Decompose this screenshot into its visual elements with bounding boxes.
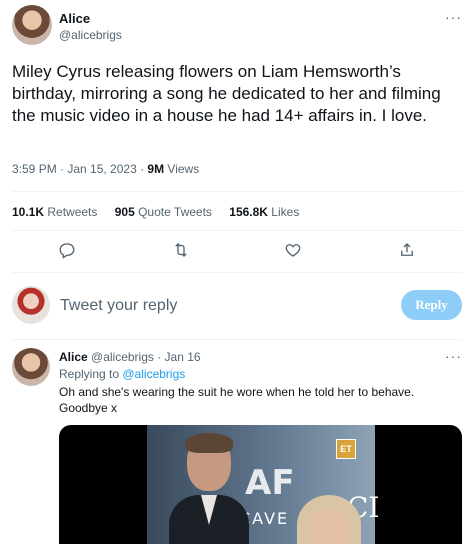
views-label: Views: [164, 162, 200, 176]
replying-prefix: Replying to: [59, 367, 123, 381]
replying-to: Replying to @alicebrigs: [59, 367, 185, 381]
tweet-text: Miley Cyrus releasing flowers on Liam He…: [12, 62, 441, 125]
author-handle[interactable]: @alicebrigs: [59, 28, 122, 42]
divider: [12, 339, 462, 340]
divider: [12, 230, 462, 231]
reply-button[interactable]: Reply: [401, 290, 462, 320]
more-horizontal-icon[interactable]: ···: [445, 9, 462, 25]
tweet-timestamp[interactable]: 3:59 PM · Jan 15, 2023 ·: [12, 162, 147, 176]
retweets-label: Retweets: [44, 205, 98, 219]
person-right: [287, 495, 367, 544]
reply-author-name[interactable]: Alice: [59, 350, 88, 364]
quotes-label: Quote Tweets: [134, 205, 212, 219]
reply-author-handle[interactable]: @alicebrigs · Jan 16: [88, 350, 201, 364]
share-icon[interactable]: [396, 239, 418, 261]
quote-tweets-stat[interactable]: 905 Quote Tweets: [115, 205, 212, 219]
more-horizontal-icon[interactable]: ···: [445, 348, 462, 364]
reply-input[interactable]: Tweet your reply: [60, 297, 177, 315]
divider: [12, 191, 462, 192]
media-photo: AF CAVE CI ET: [147, 425, 379, 544]
likes-stat[interactable]: 156.8K Likes: [229, 205, 299, 219]
current-user-avatar[interactable]: [12, 286, 50, 324]
quotes-count: 905: [114, 205, 135, 219]
likes-count: 156.8K: [229, 205, 268, 219]
author-name[interactable]: Alice: [59, 11, 90, 26]
reply-composer: Tweet your reply Reply: [0, 279, 474, 335]
tweet-meta: 3:59 PM · Jan 15, 2023 · 9M Views: [12, 162, 199, 176]
reply-header: Alice @alicebrigs · Jan 16: [59, 350, 201, 364]
author-avatar[interactable]: [12, 5, 52, 45]
divider: [12, 272, 462, 273]
reply-media[interactable]: AF CAVE CI ET: [59, 425, 462, 544]
views-count: 9M: [147, 162, 165, 176]
et-badge: ET: [336, 439, 356, 459]
reply-text: Oh and she's wearing the suit he wore wh…: [59, 385, 415, 415]
like-icon[interactable]: [282, 239, 304, 261]
retweets-stat[interactable]: 10.1K Retweets: [12, 205, 97, 219]
person-left: [169, 433, 249, 544]
tweet-stats: 10.1K Retweets 905 Quote Tweets 156.8K L…: [12, 205, 313, 219]
reply-icon[interactable]: [56, 239, 78, 261]
retweets-count: 10.1K: [12, 205, 45, 219]
replying-to-link[interactable]: @alicebrigs: [122, 367, 185, 381]
retweet-icon[interactable]: [170, 239, 192, 261]
likes-label: Likes: [267, 205, 300, 219]
reply-author-avatar[interactable]: [12, 348, 50, 386]
